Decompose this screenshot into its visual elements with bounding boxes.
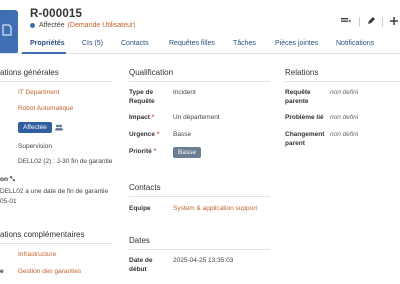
tab-taches[interactable]: Tâches [233,40,256,47]
relations-section-title: Relations [285,68,319,77]
divider [129,196,270,197]
contacts-section-title: Contacts [129,183,161,192]
urgency-value: Basse [173,131,192,138]
service-link[interactable]: Robot Automatique [18,105,73,112]
status-label: Affectée [39,22,65,29]
divider [285,81,400,82]
divider [382,17,383,27]
dates-section-title: Dates [129,236,150,245]
divider [0,243,112,244]
divider [129,81,270,82]
start-date-label-2: début [129,266,147,273]
impact-label: Impact * [129,114,155,121]
description-line-1: DELL02 a une date de fin de garantie [0,188,109,195]
parent-request-label-2: parente [285,98,309,105]
pencil-icon[interactable] [365,17,377,27]
team-link[interactable]: System & application support [173,205,257,212]
status-badge: Affectée [18,122,52,133]
general-section-title: ations générales [0,68,59,77]
parent-request-value: non defini [330,89,359,96]
urgency-label: Urgence * [129,131,160,138]
tab-pieces-jointes[interactable]: Pièces jointes [275,40,318,47]
parent-change-label: Changement [285,131,325,138]
related-problem-value: non defini [330,114,359,121]
expand-icon[interactable]: ⤡ [10,176,15,183]
parent-change-value: non defini [330,131,359,138]
tab-proprietes[interactable]: Propriétés [30,40,65,47]
plus-icon[interactable] [388,17,400,27]
divider [359,17,360,27]
type-label: Type de [129,89,154,96]
parent-request-label: Requête [285,89,311,96]
related-problem-label: Problème lié [285,114,324,121]
start-date-label: Date de [129,257,153,264]
org-link[interactable]: IT Department [18,89,59,96]
status-detail: (Demande Utilisateur) [67,22,136,29]
start-date-value: 2025-04-25 13:35:03 [173,257,234,264]
tab-notifications[interactable]: Notifications [336,40,374,47]
sla-value: DELL02 (2) : J-30 fin de garantie [18,158,113,165]
description-line-2: 05-01 [0,198,17,205]
type-label-2: Requête [129,98,155,105]
menu-icon[interactable] [338,17,354,27]
type-value: Incident [173,89,196,96]
tab-requetes-filles[interactable]: Requêtes filles [169,40,215,47]
parent-change-label-2: parent [285,140,305,147]
active-tab-indicator [22,52,66,54]
tab-bar: Propriétés CIs (5) Contacts Requêtes fil… [0,37,400,54]
divider [0,81,112,82]
record-id: R-000015 [30,8,83,20]
priority-badge: Basse [173,147,202,158]
complementary-section-title: ations complémentaires [0,230,85,239]
tab-cis[interactable]: CIs (5) [82,40,103,47]
header-actions [338,17,400,27]
record-header: R-000015 Affectée (Demande Utilisateur) [0,0,400,54]
tab-contacts[interactable]: Contacts [121,40,149,47]
subcategory-label: e [0,268,4,275]
team-label: Equipe [129,205,151,212]
group-icon [55,124,63,133]
subcategory-link[interactable]: Gestion des garanties [18,268,81,275]
impact-value: Un département [173,114,220,121]
description-label: on ⤡ [0,176,15,183]
divider [129,249,270,250]
status-dot-icon [30,23,35,28]
status-line: Affectée (Demande Utilisateur) [30,22,136,29]
category-link[interactable]: Infrastructure [18,251,56,258]
priority-label: Priorité * [129,148,157,155]
qualification-section-title: Qualification [129,68,174,77]
team-value: Supervision [18,143,52,150]
